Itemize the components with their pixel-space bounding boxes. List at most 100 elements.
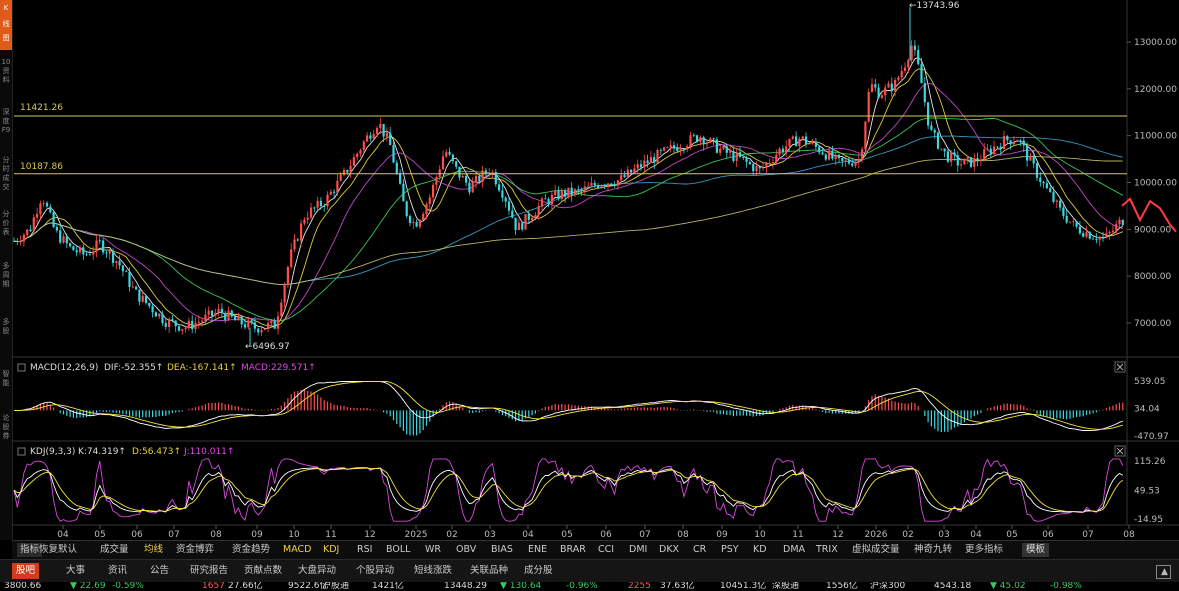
candle-body <box>201 320 204 322</box>
indicator-tab-24[interactable]: 神奇九转 <box>914 543 952 557</box>
indicator-tab-23[interactable]: 虚拟成交量 <box>852 543 900 557</box>
kdj-add-indicator-button[interactable]: 加指标 <box>1043 445 1070 457</box>
indicator-tab-13[interactable]: ENE <box>528 543 547 557</box>
indicator-tab-21[interactable]: DMA <box>783 543 805 557</box>
candle-body <box>1095 238 1098 240</box>
info-tab-6[interactable]: 大盘异动 <box>294 563 340 579</box>
indicator-tab-8[interactable]: RSI <box>357 543 372 557</box>
candle-body <box>1009 140 1012 145</box>
candle-body <box>953 152 956 156</box>
ticker-item: 沪深300 <box>870 582 906 591</box>
candle-body <box>623 175 626 177</box>
candle-body <box>603 185 606 187</box>
indicator-tab-25[interactable]: 更多指标 <box>965 543 1003 557</box>
indicator-tab-9[interactable]: BOLL <box>386 543 410 557</box>
candle-body <box>643 160 646 168</box>
candle-body <box>1039 177 1042 183</box>
candle-body <box>415 221 418 227</box>
candle-body <box>976 158 979 162</box>
macd-change-params-button[interactable]: 改参数 <box>1008 361 1035 373</box>
candle-body <box>1121 219 1124 225</box>
ticker-item: -0.59% <box>112 582 144 591</box>
macd-collapse-icon[interactable] <box>17 363 26 372</box>
indicator-tab-16[interactable]: DMI <box>629 543 647 557</box>
info-tab-3[interactable]: 公告 <box>146 563 173 579</box>
indicator-tab-14[interactable]: BRAR <box>560 543 586 557</box>
candle-body <box>154 312 157 317</box>
candle-body <box>933 129 936 133</box>
ticker-item: 2255 <box>628 582 651 591</box>
info-tab-2[interactable]: 资讯 <box>104 563 131 579</box>
xtick-label: 06 <box>1042 530 1054 540</box>
macd-switch-indicator-button[interactable]: 换指标 <box>1078 361 1105 373</box>
macd-close-icon[interactable] <box>1114 361 1126 373</box>
indicator-tab-18[interactable]: CR <box>693 543 706 557</box>
indicator-tab-7[interactable]: KDJ <box>323 543 339 557</box>
xtick-label: 12 <box>832 530 843 540</box>
candle-body <box>95 240 98 252</box>
indicator-tab-19[interactable]: PSY <box>721 543 739 557</box>
candle-body <box>884 87 887 96</box>
candle-body <box>276 316 280 329</box>
kdj-switch-indicator-button[interactable]: 换指标 <box>1078 445 1105 457</box>
candle-body <box>359 150 362 154</box>
candle-body <box>514 217 517 230</box>
candle-body <box>1026 145 1029 161</box>
expand-icon[interactable]: ▲ <box>1156 565 1171 579</box>
xtick-label: 11 <box>792 530 803 540</box>
ytick-label: 13000.00 <box>1134 38 1177 48</box>
info-tab-10[interactable]: 成分股 <box>520 563 557 579</box>
candle-body <box>1065 215 1068 223</box>
indicator-tab-26[interactable]: 模板 <box>1022 543 1050 557</box>
xtick-label: 2026 <box>865 530 888 540</box>
candle-body <box>1002 136 1006 149</box>
info-tab-1[interactable]: 大事 <box>62 563 89 579</box>
xtick-label: 04 <box>522 530 534 540</box>
kdj-collapse-icon[interactable] <box>17 447 26 456</box>
candle-body <box>887 83 890 88</box>
candle-body <box>72 246 75 251</box>
indicator-tab-6[interactable]: MACD <box>283 543 311 557</box>
candle-body <box>669 145 672 148</box>
info-tab-8[interactable]: 短线涨跌 <box>410 563 456 579</box>
candle-body <box>1012 141 1015 145</box>
indicator-tab-10[interactable]: WR <box>425 543 441 557</box>
candle-body <box>1118 219 1121 225</box>
candle-body <box>309 207 313 218</box>
candle-body <box>1029 156 1032 161</box>
indicator-tab-4[interactable]: 资金博弈 <box>176 543 214 557</box>
info-tab-0[interactable]: 股吧 <box>12 563 40 579</box>
info-tab-7[interactable]: 个股异动 <box>352 563 398 579</box>
macd-add-indicator-button[interactable]: 加指标 <box>1043 361 1070 373</box>
indicator-tab-12[interactable]: BIAS <box>491 543 513 557</box>
indicator-tab-20[interactable]: KD <box>753 543 767 557</box>
candle-body <box>191 320 194 329</box>
candle-body <box>610 183 613 186</box>
indicator-tab-1[interactable]: 恢复默认 <box>39 543 77 557</box>
kdj-change-params-button[interactable]: 改参数 <box>1008 445 1035 457</box>
candle-body <box>531 217 534 220</box>
macd-yaxis: 539.05 34.04 -470.97 <box>1134 377 1169 442</box>
kdj-close-icon[interactable] <box>1114 445 1126 457</box>
indicator-tab-15[interactable]: CCI <box>598 543 614 557</box>
candle-body <box>540 198 544 207</box>
info-tab-5[interactable]: 贡献点数 <box>240 563 286 579</box>
candle-body <box>907 60 910 68</box>
main-ma-lines <box>13 56 1177 330</box>
candle-body <box>946 151 949 162</box>
chart-canvas[interactable]: 13000.00 12000.00 11000.00 10000.00 9000.00 8… <box>0 0 1179 540</box>
info-tab-9[interactable]: 关联品种 <box>466 563 512 579</box>
candle-body <box>69 243 72 247</box>
indicator-tab-2[interactable]: 成交量 <box>100 543 129 557</box>
candle-body <box>613 185 616 186</box>
indicator-tab-5[interactable]: 资金趋势 <box>232 543 270 557</box>
candle-body <box>950 152 953 162</box>
indicator-tab-3[interactable]: 均线 <box>144 543 163 557</box>
candle-body <box>16 241 19 242</box>
indicator-tab-22[interactable]: TRIX <box>816 543 838 557</box>
candle-body <box>639 164 643 168</box>
info-tab-4[interactable]: 研究报告 <box>186 563 232 579</box>
candle-body <box>1045 183 1048 189</box>
indicator-tab-11[interactable]: OBV <box>456 543 476 557</box>
indicator-tab-17[interactable]: DKX <box>659 543 679 557</box>
